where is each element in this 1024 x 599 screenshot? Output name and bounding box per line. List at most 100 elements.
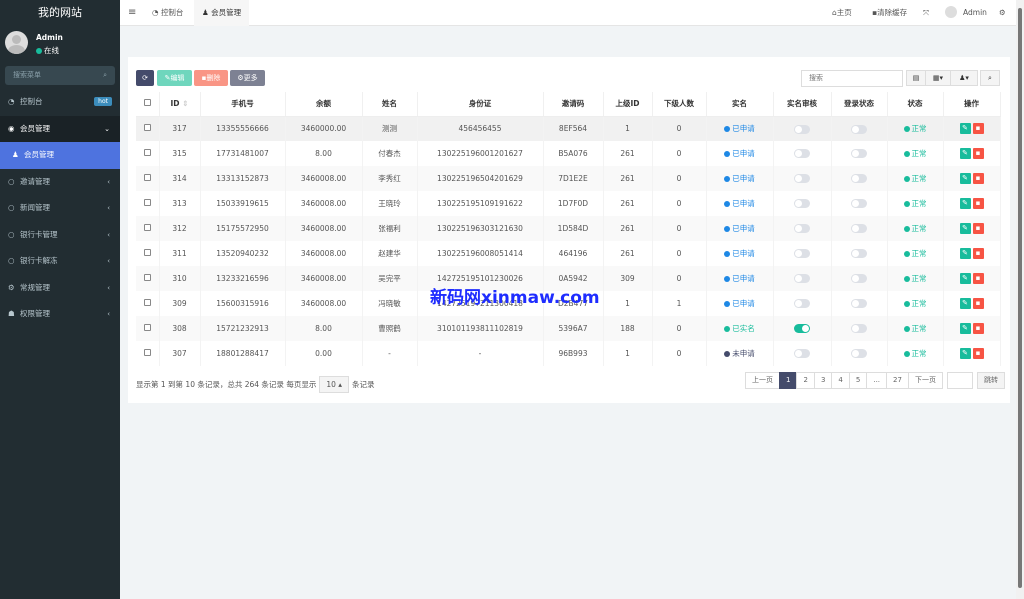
- realname-audit-toggle[interactable]: [794, 224, 810, 233]
- column-header: 上级ID: [603, 92, 652, 116]
- menu-toggle-icon[interactable]: ≡: [128, 0, 136, 26]
- edit-row-icon[interactable]: ✎: [960, 273, 971, 284]
- home-link[interactable]: ⌂主页: [832, 0, 852, 26]
- sidebar-item-5[interactable]: ○银行卡管理‹: [0, 222, 120, 249]
- table-search-input[interactable]: [801, 70, 903, 87]
- delete-row-icon[interactable]: ▪: [973, 198, 984, 209]
- sort-icon[interactable]: ⇕: [182, 99, 188, 108]
- prev-page-button[interactable]: 上一页: [745, 372, 780, 389]
- row-checkbox[interactable]: [144, 349, 151, 356]
- edit-label: 编辑: [170, 74, 184, 82]
- page-button[interactable]: 2: [796, 372, 814, 389]
- jump-button[interactable]: 跳转: [977, 372, 1005, 389]
- delete-row-icon[interactable]: ▪: [973, 148, 984, 159]
- edit-button[interactable]: ✎编辑: [157, 70, 192, 86]
- page-scrollbar[interactable]: [1016, 0, 1024, 599]
- delete-row-icon[interactable]: ▪: [973, 248, 984, 259]
- page-size-select[interactable]: 10 ▴: [319, 376, 349, 393]
- settings-icon[interactable]: ⚙: [999, 0, 1006, 26]
- realname-label: 已申请: [732, 124, 755, 133]
- page-button[interactable]: 5: [849, 372, 867, 389]
- sidebar-item-6[interactable]: ○银行卡解冻‹: [0, 248, 120, 275]
- delete-row-icon[interactable]: ▪: [973, 223, 984, 234]
- page-button[interactable]: 3: [814, 372, 832, 389]
- realname-status: 已实名: [706, 316, 773, 341]
- sidebar-item-7[interactable]: ⚙常规管理‹: [0, 275, 120, 302]
- cell: 311: [159, 241, 200, 266]
- more-button[interactable]: ⚙更多: [230, 70, 265, 86]
- row-checkbox[interactable]: [144, 224, 151, 231]
- delete-row-icon[interactable]: ▪: [973, 323, 984, 334]
- page-button[interactable]: 1: [779, 372, 797, 389]
- jump-page-input[interactable]: [947, 372, 973, 389]
- sidebar-item-3[interactable]: ○邀请管理‹: [0, 169, 120, 196]
- page-button[interactable]: 27: [886, 372, 909, 389]
- edit-row-icon[interactable]: ✎: [960, 323, 971, 334]
- edit-row-icon[interactable]: ✎: [960, 348, 971, 359]
- row-checkbox[interactable]: [144, 274, 151, 281]
- delete-button[interactable]: ▪删除: [194, 70, 228, 86]
- edit-row-icon[interactable]: ✎: [960, 198, 971, 209]
- delete-row-icon[interactable]: ▪: [973, 123, 984, 134]
- delete-row-icon[interactable]: ▪: [973, 273, 984, 284]
- columns-dropdown-icon[interactable]: ▦▾: [925, 70, 951, 86]
- user-menu[interactable]: Admin: [945, 0, 987, 26]
- login-status-toggle[interactable]: [851, 174, 867, 183]
- export-dropdown-icon[interactable]: ♟▾: [950, 70, 978, 86]
- realname-audit-toggle[interactable]: [794, 125, 810, 134]
- sidebar-item-1[interactable]: ◉会员管理⌄: [0, 116, 120, 143]
- row-checkbox[interactable]: [144, 324, 151, 331]
- realname-audit-toggle[interactable]: [794, 174, 810, 183]
- edit-row-icon[interactable]: ✎: [960, 148, 971, 159]
- clear-cache-button[interactable]: ▪清除缓存: [872, 0, 907, 26]
- edit-row-icon[interactable]: ✎: [960, 123, 971, 134]
- row-checkbox[interactable]: [144, 299, 151, 306]
- login-status-toggle[interactable]: [851, 274, 867, 283]
- login-status-toggle[interactable]: [851, 324, 867, 333]
- menu-search-input[interactable]: 搜索菜单⌕: [5, 66, 115, 85]
- tab-dashboard[interactable]: ◔ 控制台: [144, 0, 191, 26]
- page-button[interactable]: 4: [831, 372, 849, 389]
- select-all-checkbox[interactable]: [144, 99, 151, 106]
- row-checkbox[interactable]: [144, 249, 151, 256]
- login-status-toggle[interactable]: [851, 349, 867, 358]
- login-status-toggle[interactable]: [851, 149, 867, 158]
- edit-row-icon[interactable]: ✎: [960, 248, 971, 259]
- row-checkbox[interactable]: [144, 174, 151, 181]
- column-header[interactable]: ID ⇕: [159, 92, 200, 116]
- delete-row-icon[interactable]: ▪: [973, 173, 984, 184]
- realname-audit-toggle[interactable]: [794, 199, 810, 208]
- realname-audit-toggle[interactable]: [794, 299, 810, 308]
- login-status-toggle[interactable]: [851, 199, 867, 208]
- edit-row-icon[interactable]: ✎: [960, 298, 971, 309]
- realname-audit-toggle[interactable]: [794, 249, 810, 258]
- realname-audit-toggle[interactable]: [794, 324, 810, 333]
- edit-row-icon[interactable]: ✎: [960, 173, 971, 184]
- next-page-button[interactable]: 下一页: [908, 372, 943, 389]
- toggle-view-icon[interactable]: ▤: [906, 70, 926, 86]
- cell: 315: [159, 141, 200, 166]
- sidebar-item-0[interactable]: ◔控制台hot: [0, 89, 120, 116]
- row-checkbox[interactable]: [144, 199, 151, 206]
- status-dot-icon: [904, 251, 910, 257]
- realname-audit-toggle[interactable]: [794, 274, 810, 283]
- sidebar-item-8[interactable]: ☗权限管理‹: [0, 301, 120, 328]
- login-status-toggle[interactable]: [851, 249, 867, 258]
- page-button[interactable]: ...: [866, 372, 887, 389]
- search-icon[interactable]: ⌕: [980, 70, 1000, 86]
- realname-audit-toggle[interactable]: [794, 349, 810, 358]
- row-checkbox[interactable]: [144, 124, 151, 131]
- refresh-button[interactable]: ⟳: [136, 70, 154, 86]
- sidebar-item-2[interactable]: ♟会员管理: [0, 142, 120, 169]
- tab-members[interactable]: ♟ 会员管理: [194, 0, 249, 26]
- delete-row-icon[interactable]: ▪: [973, 348, 984, 359]
- delete-row-icon[interactable]: ▪: [973, 298, 984, 309]
- realname-audit-toggle[interactable]: [794, 149, 810, 158]
- fullscreen-icon[interactable]: ⤧: [923, 0, 929, 26]
- login-status-toggle[interactable]: [851, 224, 867, 233]
- login-status-toggle[interactable]: [851, 125, 867, 134]
- row-checkbox[interactable]: [144, 149, 151, 156]
- login-status-toggle[interactable]: [851, 299, 867, 308]
- edit-row-icon[interactable]: ✎: [960, 223, 971, 234]
- sidebar-item-4[interactable]: ○新闻管理‹: [0, 195, 120, 222]
